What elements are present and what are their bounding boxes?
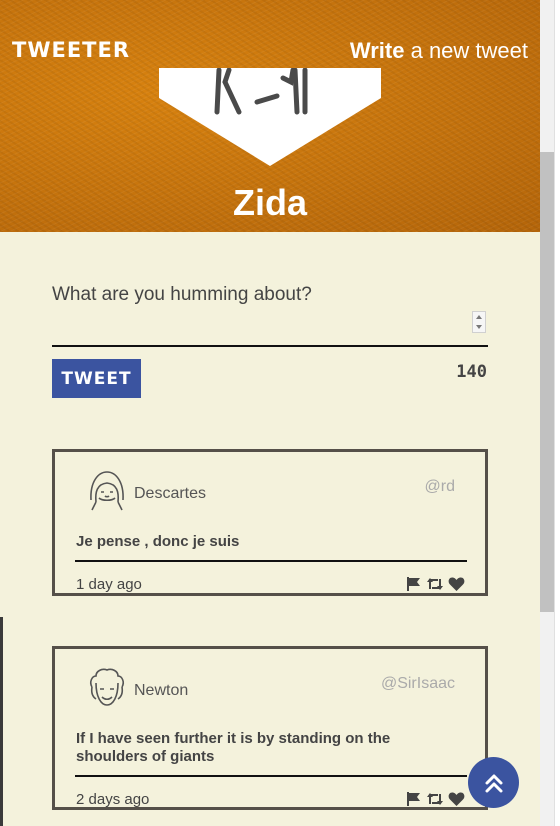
write-tweet-link-rest: a new tweet [404, 38, 528, 63]
profile-avatar [159, 68, 381, 166]
tweet-timestamp: 1 day ago [76, 576, 142, 593]
heart-icon[interactable] [448, 791, 465, 807]
tweet-card: Newton @SirIsaac If I have seen further … [52, 646, 488, 810]
tweet-timestamp: 2 days ago [76, 791, 150, 808]
spinner-icon[interactable] [472, 311, 486, 333]
avatar-newton-icon [89, 668, 125, 706]
avatar-descartes-icon [90, 471, 124, 511]
write-tweet-link-strong: Write [349, 38, 405, 63]
scroll-to-top-button[interactable] [468, 757, 519, 808]
brand-logo[interactable]: TWEETER [12, 38, 130, 62]
composer-underline [52, 345, 488, 347]
tweet-actions [406, 576, 465, 592]
double-chevron-up-icon [485, 774, 502, 792]
tweet-actions [406, 791, 465, 807]
profile-header: TWEETER Write a new tweet Zida [0, 0, 540, 232]
retweet-icon[interactable] [426, 791, 444, 807]
write-tweet-link[interactable]: Write a new tweet [350, 38, 528, 64]
tweet-card: Descartes @rd Je pense , donc je suis 1 … [52, 449, 488, 596]
tweet-text: Je pense , donc je suis [76, 533, 240, 550]
scrollbar-thumb[interactable] [540, 152, 554, 612]
tweet-author-name: Descartes [134, 485, 207, 502]
tweet-divider [75, 560, 467, 562]
tweet-author-name: Newton [134, 682, 189, 699]
tweet-divider [75, 775, 467, 777]
retweet-icon[interactable] [426, 576, 444, 592]
window-edge [0, 617, 3, 826]
page: TWEETER Write a new tweet Zida What are … [0, 0, 540, 826]
heart-icon[interactable] [448, 576, 465, 592]
tweet-input[interactable]: What are you humming about? [52, 284, 312, 306]
char-counter: 140 [456, 362, 487, 382]
adjacent-window-edge [554, 0, 560, 826]
tweet-text: If I have seen further it is by standing… [76, 730, 391, 765]
tweet-author-handle: @rd [424, 478, 455, 495]
tweet-author-handle: @SirIsaac [380, 675, 455, 692]
tweet-button[interactable]: TWEET [52, 359, 141, 398]
profile-name: Zida [232, 182, 307, 223]
flag-icon[interactable] [406, 576, 422, 592]
flag-icon[interactable] [406, 791, 422, 807]
